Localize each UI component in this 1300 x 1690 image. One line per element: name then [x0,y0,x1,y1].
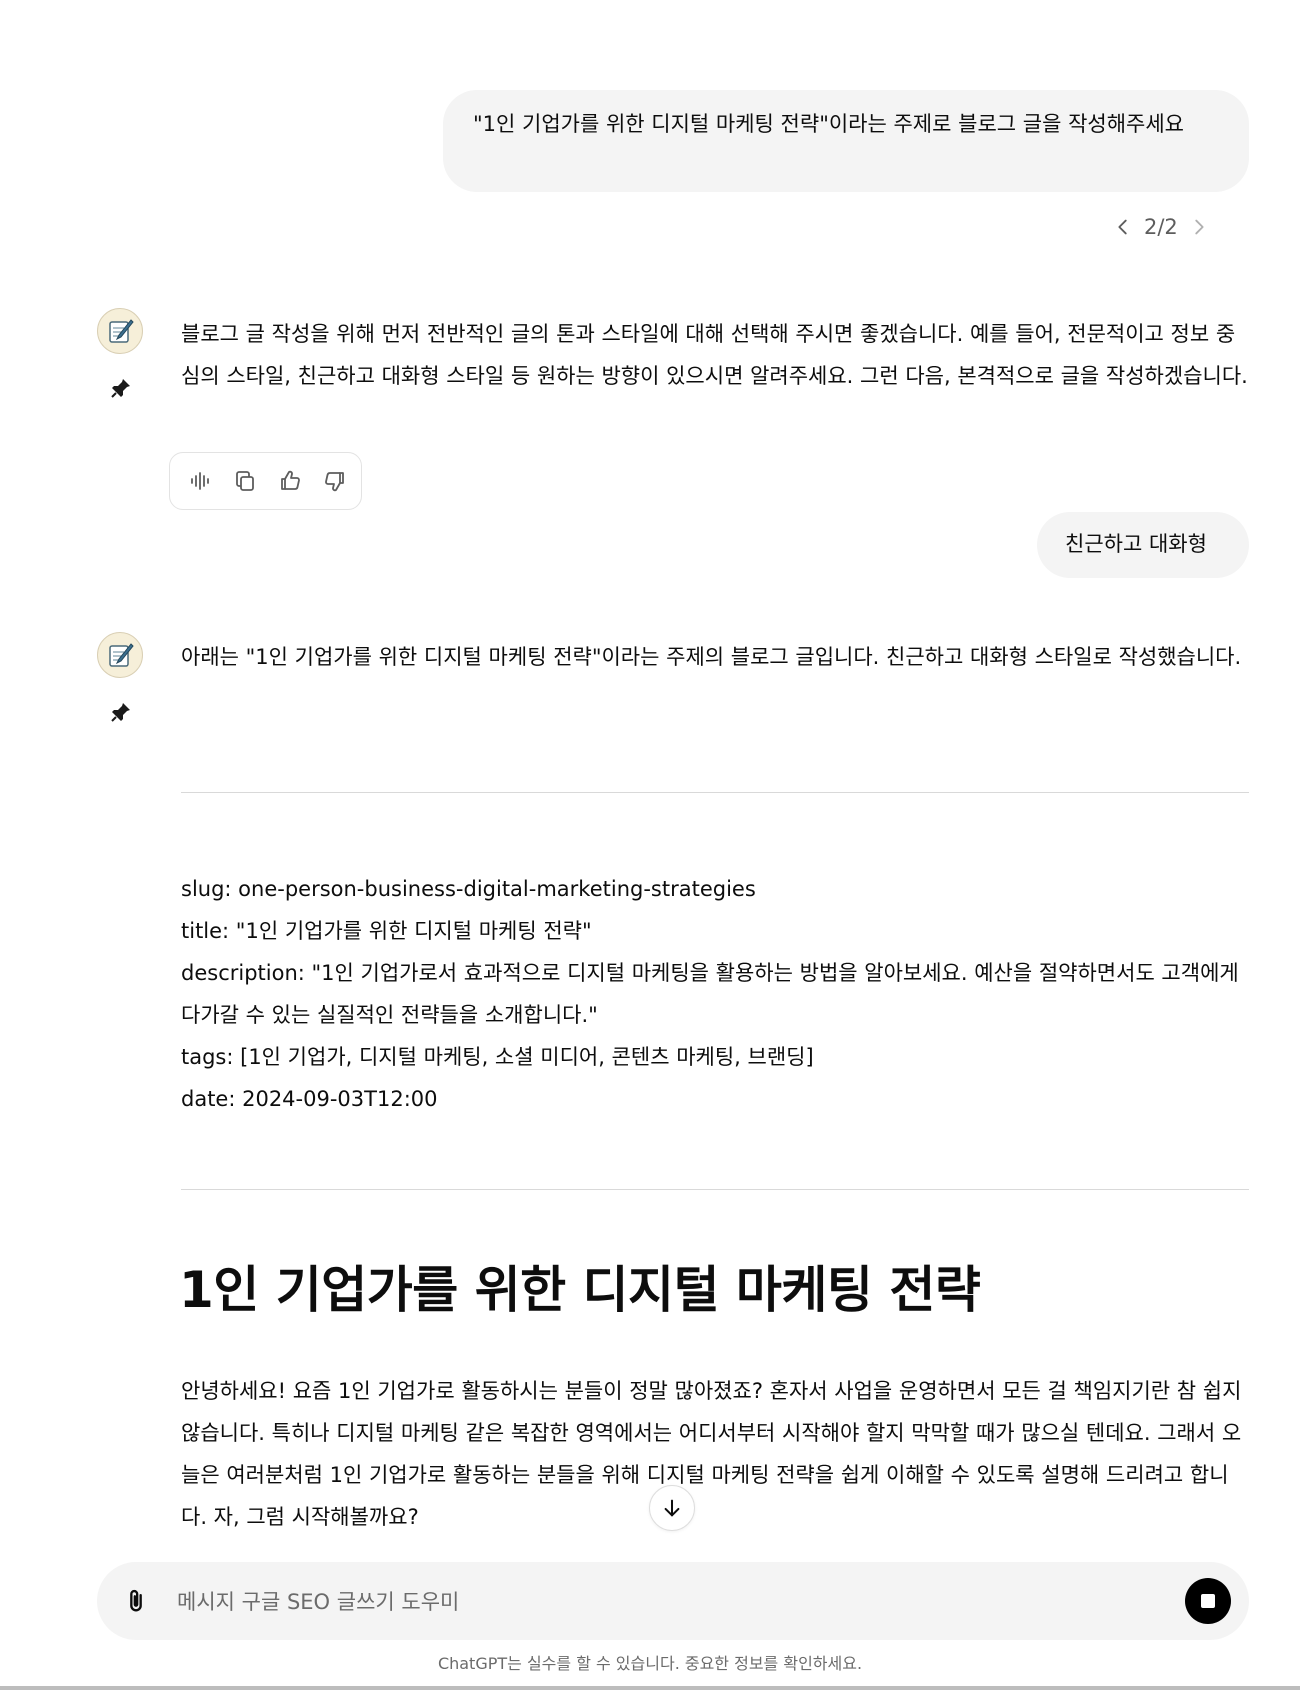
arrow-down-icon [664,1499,680,1517]
message-input[interactable] [175,1581,1179,1623]
stop-icon [1201,1594,1215,1608]
chevron-right-icon [1195,219,1204,235]
read-aloud-button[interactable] [184,465,216,497]
meta-title: title: "1인 기업가를 위한 디지털 마케팅 전략" [181,919,592,943]
copy-button[interactable] [229,465,261,497]
blog-heading: 1인 기업가를 위한 디지털 마케팅 전략 [179,1261,981,1319]
user-message-text: "1인 기업가를 위한 디지털 마케팅 전략"이라는 주제로 블로그 글을 작성… [473,112,1184,136]
assistant-avatar [97,632,143,678]
assistant-avatar [97,308,143,354]
thumbs-up-icon [281,470,300,490]
message-action-bar [169,452,362,510]
previous-response-button[interactable] [1112,216,1134,238]
front-matter: slug: one-person-business-digital-market… [181,868,1249,1120]
attach-button[interactable] [119,1584,153,1618]
user-message-bubble: 친근하고 대화형 [1037,512,1249,578]
response-pager: 2/2 [1112,210,1210,244]
pager-count: 2/2 [1144,215,1178,239]
notepad-pen-icon [109,319,134,343]
window-bottom-edge [0,1686,1300,1690]
scroll-to-bottom-button[interactable] [649,1485,695,1531]
divider [181,792,1249,793]
disclaimer-text: ChatGPT는 실수를 할 수 있습니다. 중요한 정보를 확인하세요. [437,1654,863,1673]
meta-date: date: 2024-09-03T12:00 [181,1087,438,1111]
thumbs-down-button[interactable] [319,465,351,497]
paperclip-icon [130,1589,142,1612]
meta-tags: tags: [1인 기업가, 디지털 마케팅, 소셜 미디어, 콘텐츠 마케팅,… [181,1045,814,1069]
next-response-button[interactable] [1188,216,1210,238]
thumbs-down-icon [325,472,344,492]
copy-icon [236,471,254,491]
thumbs-up-button[interactable] [274,465,306,497]
pin-icon[interactable] [109,700,133,724]
divider [181,1189,1249,1190]
meta-slug: slug: one-person-business-digital-market… [181,877,756,901]
assistant-message-text: 블로그 글 작성을 위해 먼저 전반적인 글의 톤과 스타일에 대해 선택해 주… [181,322,1248,388]
notepad-pen-icon [109,643,134,667]
user-message-text: 친근하고 대화형 [1065,532,1207,556]
meta-description: description: "1인 기업가로서 효과적으로 디지털 마케팅을 활용… [181,961,1239,1027]
blog-intro-paragraph: 안녕하세요! 요즘 1인 기업가로 활동하시는 분들이 정말 많아졌죠? 혼자서… [181,1379,1242,1529]
read-aloud-icon [191,472,209,490]
assistant-message-text: 아래는 "1인 기업가를 위한 디지털 마케팅 전략"이라는 주제의 블로그 글… [181,645,1242,669]
message-composer [97,1562,1249,1640]
chevron-left-icon [1118,219,1127,235]
pin-icon[interactable] [109,376,133,400]
stop-generating-button[interactable] [1185,1578,1231,1624]
user-message-bubble: "1인 기업가를 위한 디지털 마케팅 전략"이라는 주제로 블로그 글을 작성… [443,90,1249,192]
